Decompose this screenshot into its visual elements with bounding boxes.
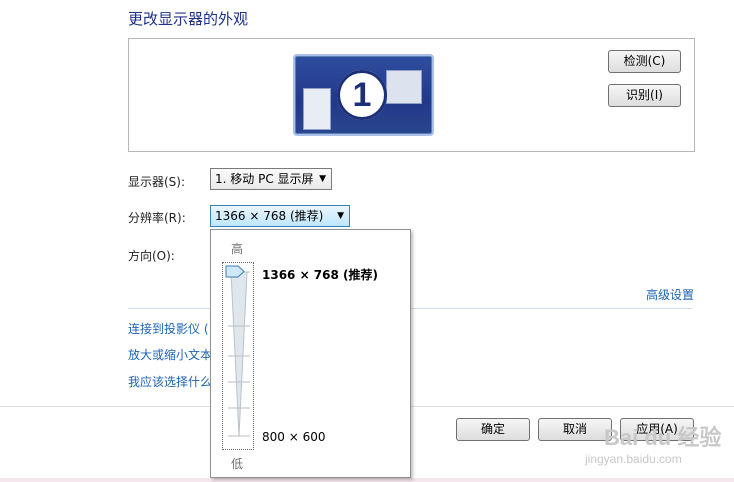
resolution-select[interactable]: 1366 × 768 (推荐) ▼	[210, 205, 350, 227]
resolution-option-max[interactable]: 1366 × 768 (推荐)	[262, 266, 378, 283]
display-label: 显示器(S):	[128, 175, 186, 189]
slider-wedge-icon	[228, 271, 250, 437]
monitor-number: 1	[352, 76, 372, 114]
identify-button[interactable]: 识别(I)	[608, 84, 681, 107]
chevron-down-icon: ▼	[337, 211, 344, 221]
slider-high-label: 高	[231, 242, 244, 256]
display-select-value: 1. 移动 PC 显示屏	[215, 172, 314, 186]
text-size-link[interactable]: 放大或缩小文本	[128, 346, 212, 363]
resolution-option-min[interactable]: 800 × 600	[262, 430, 326, 444]
resolution-select-value: 1366 × 768 (推荐)	[215, 209, 324, 223]
slider-low-label: 低	[231, 457, 244, 471]
baidu-watermark-url: jingyan.baidu.com	[585, 452, 682, 466]
resolution-label: 分辨率(R):	[128, 211, 186, 225]
baidu-watermark-logo: Bai du 经验	[604, 425, 722, 450]
detect-button[interactable]: 检测(C)	[608, 50, 681, 73]
which-settings-link[interactable]: 我应该选择什么	[128, 373, 212, 390]
cancel-button[interactable]: 取消	[538, 418, 612, 441]
monitor-mini-window-icon	[386, 70, 422, 104]
display-select[interactable]: 1. 移动 PC 显示屏 ▼	[210, 168, 332, 190]
advanced-settings-link[interactable]: 高级设置	[646, 286, 694, 303]
connect-projector-link[interactable]: 连接到投影仪 (	[128, 320, 209, 337]
page-title: 更改显示器的外观	[128, 10, 249, 28]
monitor-mini-window-icon	[303, 88, 331, 130]
slider-thumb-icon[interactable]	[225, 265, 245, 278]
chevron-down-icon: ▼	[319, 174, 326, 184]
bottom-strip	[0, 478, 734, 482]
ok-button[interactable]: 确定	[456, 418, 530, 441]
orientation-label: 方向(O):	[128, 249, 175, 263]
